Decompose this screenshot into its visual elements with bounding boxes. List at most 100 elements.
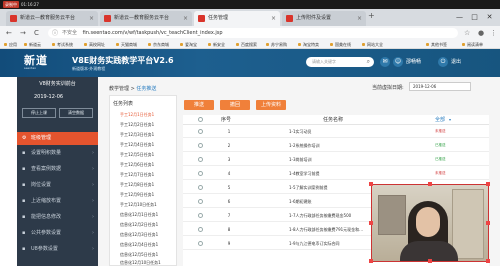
task-list-item[interactable]: 手工12月9日任务1 [110,190,176,199]
menu-icon[interactable]: ⋮ [490,27,497,39]
browser-tab-4[interactable]: 上传附件及设置 × [282,11,366,26]
recording-bar: 录制中 01:16:27 [0,0,500,9]
push-button[interactable]: 推送 [184,100,214,110]
bookmark-item[interactable]: 考试系统 [52,40,73,49]
bookmark-item[interactable]: 应用 [4,40,17,49]
close-tab-icon[interactable]: × [271,11,276,26]
row-checkbox[interactable] [198,185,203,190]
url-field[interactable]: ⓘ 不安全 fin.seentao.com/v/wf/taskpush/vc_t… [48,28,458,38]
minimize-button[interactable]: — [452,9,467,26]
row-checkbox[interactable] [198,227,203,232]
forward-button[interactable]: → [20,27,26,39]
webcam-overlay[interactable] [371,184,489,262]
task-list-item[interactable]: 手工12月5日任务1 [110,150,176,159]
bookmark-item[interactable]: 苏宁易购 [266,40,287,49]
browser-tab-2[interactable]: 新道云—教育服务云平台 × [100,11,192,26]
close-window-button[interactable]: ✕ [482,9,497,26]
avatar[interactable]: ☺ [393,57,403,67]
resize-handle[interactable] [369,259,373,263]
row-checkbox[interactable] [198,143,203,148]
power-icon[interactable]: ⏻ [438,57,448,67]
table-row[interactable]: 1 1-1实习动员 未推送 [183,125,489,138]
row-checkbox[interactable] [198,199,203,204]
task-list-item[interactable]: 信息化12月3日任务1 [110,230,176,239]
address-bar: ← → C ⓘ 不安全 fin.seentao.com/v/wf/taskpus… [0,26,500,40]
revoke-button[interactable]: 撤回 [220,100,250,110]
sidebar-item[interactable]: ▪ 设置明积数量 › [17,147,98,160]
task-list-item[interactable]: 手工12月4日任务1 [110,140,176,149]
user-name[interactable]: 邵畅畅 [406,57,421,67]
task-list-item[interactable]: 手工12月8日任务1 [110,180,176,189]
profile-icon[interactable]: ● [478,27,484,39]
bookmark-item[interactable]: 淘宝特卖 [298,40,319,49]
maximize-button[interactable]: □ [467,9,482,26]
table-row[interactable]: 4 1-4教室学习前提 未推送 [183,167,489,180]
task-list-item[interactable]: 手工12月2日任务1 [110,120,176,129]
upload-button[interactable]: 上传资料 [256,100,286,110]
close-tab-icon[interactable]: × [357,11,362,26]
bookmark-item[interactable]: 天猫商城 [116,40,137,49]
browser-tab-3[interactable]: 任务管理 × [194,11,280,26]
recording-badge: 录制中 [3,1,19,8]
sidebar-item[interactable]: ▪ 上近缩放布置 › [17,195,98,208]
info-icon[interactable]: ⓘ [52,29,58,39]
table-row[interactable]: 2 1-2系统操作培训 已推送 [183,139,489,152]
clear-data-button[interactable]: 清空数据 [59,108,93,118]
bookmark-item[interactable]: 高校网址 [84,40,105,49]
task-list-item[interactable]: 手工12月6日任务1 [110,160,176,169]
status-badge: 未推送 [435,171,446,175]
task-list-item[interactable]: 手工12月7日任务1 [110,170,176,179]
row-checkbox[interactable] [198,129,203,134]
resize-handle[interactable] [428,182,432,186]
task-list-item[interactable]: 信息化12月4日任务1 [110,240,176,249]
bookmark-item[interactable]: 网站大全 [362,40,383,49]
logout-link[interactable]: 退出 [451,57,461,67]
sidebar-item[interactable]: ▪ 查看案例数据 › [17,163,98,176]
browser-tab-1[interactable]: 新道云—教育服务云平台 × [6,11,98,26]
back-button[interactable]: ← [6,27,12,39]
message-icon[interactable]: ✉ [380,57,390,67]
task-list-item[interactable]: 手工12月10日任务1 [110,200,176,209]
row-checkbox[interactable] [198,171,203,176]
sidebar-item[interactable]: ▪ 岗位设置 › [17,179,98,192]
row-checkbox[interactable] [198,213,203,218]
current-date-field[interactable]: 2019-12-06 [409,82,471,91]
bookmark-item[interactable]: 新道云 [24,40,41,49]
stop-class-button[interactable]: 停止上课 [22,108,56,118]
close-tab-icon[interactable]: × [183,11,188,26]
filter-all-dropdown[interactable]: 全部 [435,115,445,125]
bookmark-item[interactable]: 爱淘宝 [180,40,197,49]
star-icon[interactable]: ☆ [464,27,470,39]
search-input[interactable]: 请输入关键字 ⌕ [306,57,374,67]
search-icon[interactable]: ⌕ [367,57,370,67]
sidebar-item[interactable]: ▪ 能把信息修改 › [17,211,98,224]
resize-handle[interactable] [369,221,373,225]
chevron-down-icon[interactable]: ▾ [449,115,451,125]
resize-handle[interactable] [486,259,490,263]
resize-handle[interactable] [369,182,373,186]
resize-handle[interactable] [428,259,432,263]
resize-handle[interactable] [486,182,490,186]
bookmark-item[interactable]: 百度搜索 [236,40,257,49]
reload-button[interactable]: C [34,27,39,39]
task-list-item[interactable]: 信息化12月1日任务1 [110,210,176,219]
table-row[interactable]: 3 1-3岗前培训 已推送 [183,153,489,166]
resize-handle[interactable] [486,221,490,225]
close-tab-icon[interactable]: × [89,11,94,26]
task-list-item[interactable]: 信息化12月2日任务1 [110,220,176,229]
bookmark-item[interactable]: 国美在线 [330,40,351,49]
bookmark-item[interactable]: 其他书签 [426,40,447,49]
sidebar-item[interactable]: ▪ 公共参数设置 › [17,227,98,240]
select-all-checkbox[interactable] [198,117,203,122]
breadcrumb-parent[interactable]: 教学管理 [109,86,129,92]
sidebar-item-class-management[interactable]: ⚙ 班级管理 [17,132,98,145]
row-checkbox[interactable] [198,157,203,162]
task-list-item[interactable]: 手工12月1日任务1 [110,110,176,119]
sidebar-item[interactable]: ▪ U8参数设置 › [17,243,98,256]
bookmark-item[interactable]: 阅读清单 [462,40,483,49]
bookmark-item[interactable]: 京东商城 [148,40,169,49]
row-checkbox[interactable] [198,241,203,246]
task-list-item[interactable]: 手工12月3日任务1 [110,130,176,139]
bookmark-item[interactable]: 新安全 [208,40,225,49]
new-tab-button[interactable]: + [368,11,375,20]
